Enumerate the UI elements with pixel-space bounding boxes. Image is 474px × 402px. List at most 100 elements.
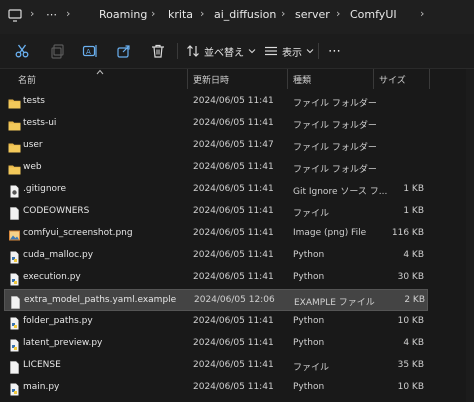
file-name: extra_model_paths.yaml.example: [24, 295, 177, 305]
column-header-type[interactable]: 種類: [293, 73, 311, 86]
column-divider[interactable]: [373, 69, 374, 89]
vertical-scrollbar[interactable]: [466, 69, 474, 402]
monitor-icon[interactable]: [6, 6, 24, 24]
file-size: 4 KB: [403, 338, 424, 348]
address-bar: › ⋯ › Roaming › krita › ai_diffusion › s…: [0, 0, 474, 34]
file-row[interactable]: main.py 2024/06/05 11:41 Python 10 KB: [4, 377, 428, 399]
file-row[interactable]: latent_preview.py 2024/06/05 11:41 Python 4…: [4, 333, 428, 355]
column-divider[interactable]: [187, 69, 188, 89]
file-type: ファイル: [293, 209, 330, 219]
chevron-down-icon: [248, 49, 256, 54]
column-header-name[interactable]: 名前: [18, 73, 36, 86]
breadcrumb-item-server[interactable]: server: [295, 8, 330, 21]
file-type: Python: [293, 316, 325, 326]
file-row[interactable]: CODEOWNERS 2024/06/05 11:41 ファイル 1 KB: [4, 201, 428, 223]
more-options-label: ⋯: [328, 43, 341, 59]
file-type: ファイル フォルダー: [293, 165, 377, 175]
file-modified-date: 2024/06/05 11:41: [193, 360, 274, 370]
folder-icon: [8, 161, 21, 175]
file-size: 1 KB: [403, 184, 424, 194]
file-size: 2 KB: [404, 295, 425, 305]
chevron-right-icon: ›: [336, 7, 341, 20]
svg-text:A: A: [86, 48, 91, 56]
file-type: Python: [293, 250, 325, 260]
column-divider[interactable]: [287, 69, 288, 89]
more-options-button[interactable]: ⋯: [328, 42, 341, 60]
file-modified-date: 2024/06/05 11:41: [193, 272, 274, 282]
copy-icon: [51, 44, 64, 59]
file-type: Python: [293, 272, 325, 282]
file-row[interactable]: tests 2024/06/05 11:41 ファイル フォルダー: [4, 91, 428, 113]
file-row[interactable]: cuda_malloc.py 2024/06/05 11:41 Python 4 KB: [4, 245, 428, 267]
cut-icon: [15, 44, 29, 58]
file-size: 30 KB: [397, 272, 424, 282]
sort-button[interactable]: 並べ替え: [186, 42, 256, 60]
file-row[interactable]: extra_model_paths.yaml.example 2024/06/05…: [4, 289, 428, 311]
file-size: 35 KB: [397, 360, 424, 370]
file-size: 10 KB: [397, 382, 424, 392]
python-file-icon: [8, 337, 21, 352]
file-row[interactable]: LICENSE 2024/06/05 11:41 ファイル 35 KB: [4, 355, 428, 377]
file-name: cuda_malloc.py: [23, 250, 94, 260]
file-type: ファイル: [293, 363, 330, 373]
view-icon: [265, 46, 277, 56]
chevron-right-icon: ›: [281, 7, 286, 20]
breadcrumb-item-roaming[interactable]: Roaming: [99, 8, 147, 21]
file-row[interactable]: .gitignore 2024/06/05 11:41 Git Ignore ソース…: [4, 179, 428, 201]
view-button[interactable]: 表示: [264, 42, 314, 60]
file-name: tests: [23, 96, 45, 106]
view-label: 表示: [282, 47, 302, 59]
file-type: ファイル フォルダー: [293, 121, 377, 131]
file-icon: [8, 359, 21, 374]
copy-button[interactable]: [50, 42, 66, 60]
file-icon: [9, 294, 22, 309]
folder-icon: [8, 95, 21, 109]
file-row[interactable]: tests-ui 2024/06/05 11:41 ファイル フォルダー: [4, 113, 428, 135]
file-modified-date: 2024/06/05 11:41: [193, 162, 274, 172]
column-header-size[interactable]: サイズ: [379, 73, 406, 86]
file-row[interactable]: web 2024/06/05 11:41 ファイル フォルダー: [4, 157, 428, 179]
file-name: comfyui_screenshot.png: [23, 228, 133, 238]
breadcrumb-more[interactable]: ⋯: [46, 8, 57, 21]
trash-icon: [152, 44, 164, 58]
sort-icon: [187, 45, 199, 57]
file-name: CODEOWNERS: [23, 206, 90, 216]
breadcrumb-item-ai-diffusion[interactable]: ai_diffusion: [214, 8, 276, 21]
delete-button[interactable]: [150, 42, 166, 60]
python-file-icon: [8, 381, 21, 396]
command-toolbar: A 並べ替え 表示 ⋯: [0, 34, 474, 69]
file-modified-date: 2024/06/05 11:41: [193, 184, 274, 194]
rename-button[interactable]: A: [82, 42, 98, 60]
file-row[interactable]: user 2024/06/05 11:47 ファイル フォルダー: [4, 135, 428, 157]
column-header-row: 名前 更新日時 種類 サイズ: [0, 69, 474, 89]
column-divider[interactable]: [429, 69, 430, 89]
file-name: latent_preview.py: [23, 338, 103, 348]
file-modified-date: 2024/06/05 11:47: [193, 140, 274, 150]
python-file-icon: [8, 249, 21, 264]
column-header-date[interactable]: 更新日時: [193, 73, 229, 86]
file-modified-date: 2024/06/05 11:41: [193, 382, 274, 392]
share-button[interactable]: [116, 42, 132, 60]
file-type: EXAMPLE ファイル: [294, 298, 375, 308]
python-file-icon: [8, 315, 21, 330]
file-modified-date: 2024/06/05 11:41: [193, 250, 274, 260]
file-name: LICENSE: [23, 360, 61, 370]
file-size: 4 KB: [403, 250, 424, 260]
toolbar-divider: [318, 43, 319, 59]
breadcrumb-item-comfyui[interactable]: ComfyUI: [350, 8, 397, 21]
file-row[interactable]: execution.py 2024/06/05 11:41 Python 30 KB: [4, 267, 428, 289]
file-row[interactable]: folder_paths.py 2024/06/05 11:41 Python 10 …: [4, 311, 428, 333]
file-size: 1 KB: [403, 206, 424, 216]
file-modified-date: 2024/06/05 11:41: [193, 118, 274, 128]
file-row[interactable]: comfyui_screenshot.png 2024/06/05 11:41 Im…: [4, 223, 428, 245]
cut-button[interactable]: [14, 42, 30, 60]
file-explorer-window: › ⋯ › Roaming › krita › ai_diffusion › s…: [0, 0, 474, 402]
python-file-icon: [8, 271, 21, 286]
rename-icon: A: [82, 45, 97, 57]
file-size: 10 KB: [397, 316, 424, 326]
file-type: Image (png) File: [293, 228, 367, 238]
chevron-right-icon: ›: [66, 7, 71, 20]
breadcrumb-item-krita[interactable]: krita: [168, 8, 193, 21]
folder-icon: [8, 117, 21, 131]
share-icon: [117, 45, 130, 58]
